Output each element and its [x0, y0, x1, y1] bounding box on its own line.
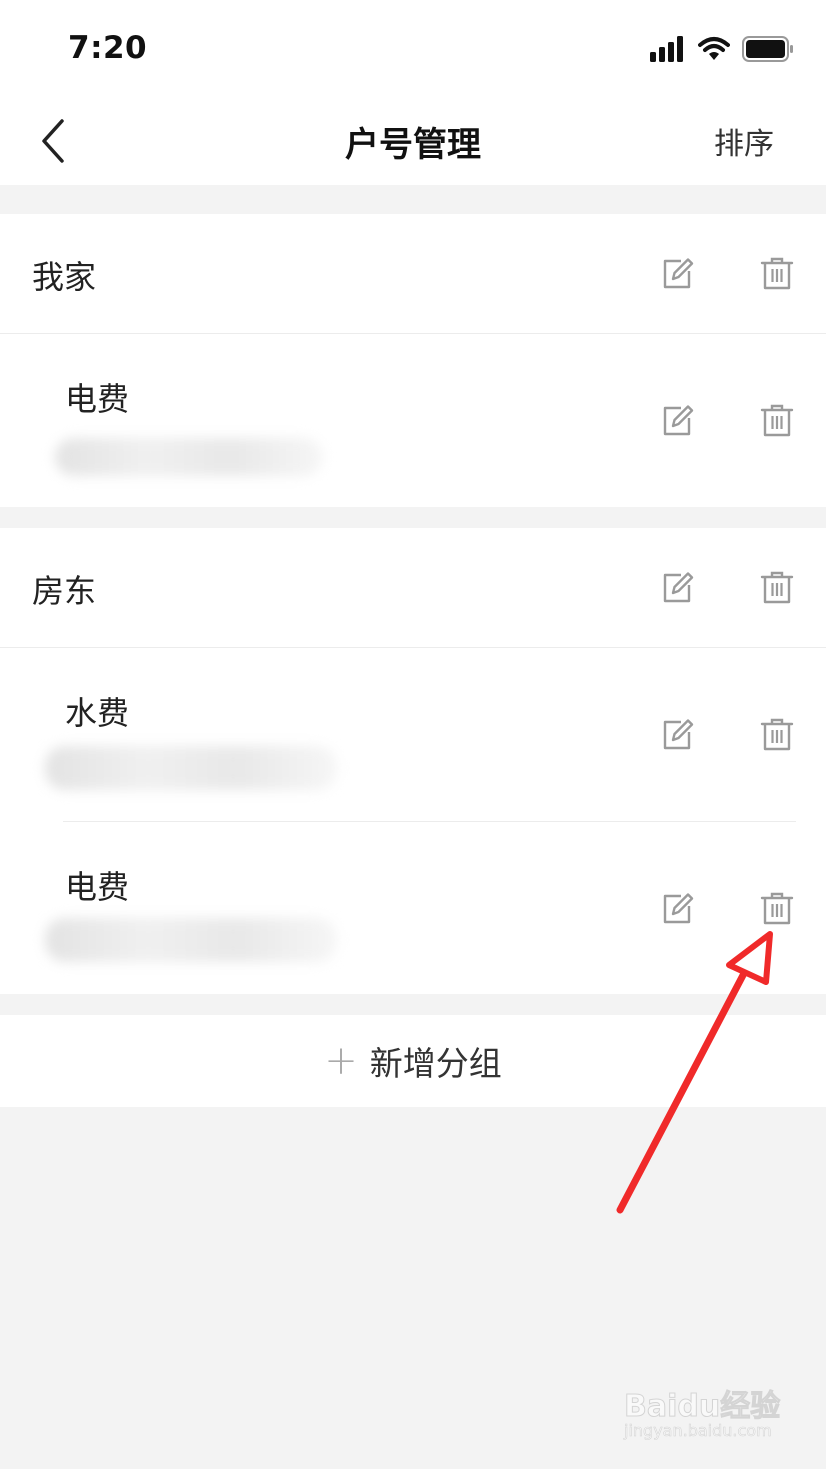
account-number-redacted — [55, 438, 323, 476]
nav-bar: 户号管理 排序 — [0, 95, 826, 185]
status-time: 7:20 — [68, 30, 148, 66]
trash-icon[interactable] — [759, 402, 795, 438]
account-name: 电费 — [65, 868, 130, 906]
group-header-row: 我家 — [0, 214, 826, 333]
account-row[interactable]: 电费 — [0, 334, 826, 507]
watermark-logo: Baidu经验 — [623, 1389, 781, 1425]
edit-icon[interactable] — [660, 716, 696, 752]
signal-icon — [650, 36, 683, 62]
page-title: 户号管理 — [345, 125, 481, 165]
account-number-redacted — [45, 746, 337, 790]
edit-icon[interactable] — [660, 402, 696, 438]
plus-icon: + — [324, 1038, 358, 1084]
account-name: 电费 — [65, 380, 130, 418]
group-name: 房东 — [32, 572, 97, 610]
group-header-row: 房东 — [0, 528, 826, 647]
status-bar: 7:20 — [0, 0, 826, 95]
account-name: 水费 — [65, 694, 130, 732]
group-card: 房东 水费 电费 — [0, 528, 826, 994]
trash-icon[interactable] — [759, 890, 795, 926]
watermark-url: jingyan.baidu.com — [624, 1421, 772, 1441]
group-card: 我家 电费 — [0, 214, 826, 507]
trash-icon[interactable] — [759, 569, 795, 605]
add-group-button[interactable]: + 新增分组 — [0, 1015, 826, 1107]
account-number-redacted — [45, 918, 337, 962]
status-icons — [650, 34, 794, 64]
group-name: 我家 — [32, 258, 97, 296]
edit-icon[interactable] — [660, 569, 696, 605]
account-row[interactable]: 电费 — [0, 822, 826, 994]
edit-icon[interactable] — [660, 890, 696, 926]
add-group-label: 新增分组 — [369, 1044, 502, 1083]
trash-icon[interactable] — [759, 716, 795, 752]
sort-button[interactable]: 排序 — [714, 119, 774, 163]
wifi-icon — [698, 37, 730, 60]
edit-icon[interactable] — [660, 255, 696, 291]
baidu-watermark: Baidu经验 jingyan.baidu.com — [623, 1371, 784, 1451]
account-row[interactable]: 水费 — [0, 648, 826, 821]
battery-icon — [742, 36, 793, 62]
trash-icon[interactable] — [759, 255, 795, 291]
